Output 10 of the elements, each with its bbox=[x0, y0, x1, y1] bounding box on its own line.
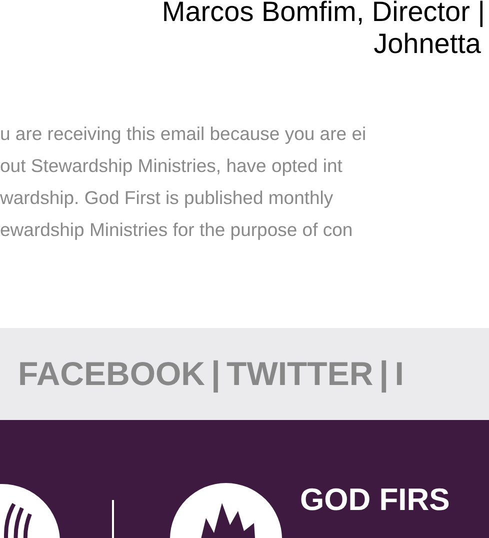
logo-divider bbox=[112, 500, 114, 538]
signature-name: Johnetta bbox=[374, 27, 482, 61]
social-link[interactable]: FACEBOOK bbox=[18, 354, 206, 394]
logo-text: GOD FIRS bbox=[300, 482, 450, 518]
signature-line: Marcos Bomfim, Director | bbox=[162, 0, 485, 27]
separator: | bbox=[379, 354, 389, 394]
social-link[interactable]: I bbox=[394, 354, 404, 394]
social-link[interactable]: TWITTER bbox=[226, 354, 374, 394]
separator: | bbox=[211, 354, 221, 394]
disclaimer-paragraph: u are receiving this email because you are ei out Stewardship Ministries, have opted int wardship. God First is published monthly ewardship Ministries for the purpose of con bbox=[0, 122, 368, 242]
